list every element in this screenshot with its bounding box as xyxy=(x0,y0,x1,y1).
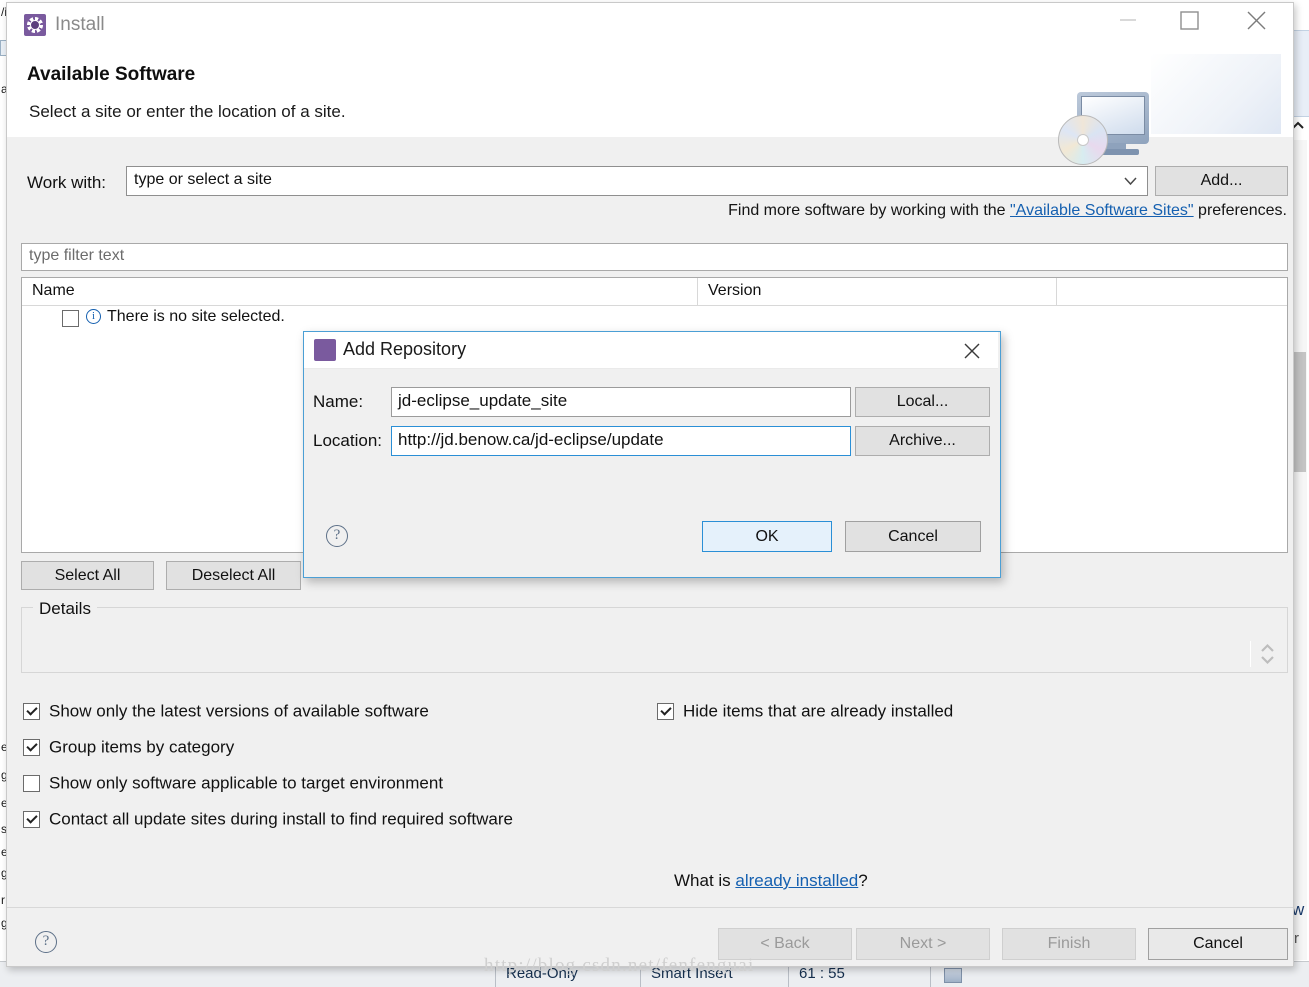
option-label: Show only software applicable to target … xyxy=(49,773,444,793)
option-checkbox[interactable] xyxy=(23,775,40,793)
tree-header: Name Version xyxy=(22,278,1287,306)
option-label: Show only the latest versions of availab… xyxy=(49,701,429,721)
name-field[interactable]: jd-eclipse_update_site xyxy=(391,387,851,417)
eclipse-gear-icon xyxy=(24,14,46,36)
available-software-sites-link[interactable]: "Available Software Sites" xyxy=(1010,202,1194,219)
finish-button[interactable]: Finish xyxy=(1002,928,1136,960)
window-title-bar: Install xyxy=(7,3,1293,47)
find-more-software-text: Find more software by working with the "… xyxy=(607,202,1287,224)
cd-disc-icon xyxy=(1058,115,1108,165)
deselect-all-button[interactable]: Deselect All xyxy=(166,561,301,590)
option-group-by-category[interactable]: Group items by category xyxy=(23,737,234,758)
what-is-prefix: What is xyxy=(674,871,736,890)
chevron-down-icon[interactable] xyxy=(1124,177,1137,186)
footer-divider xyxy=(7,907,1293,908)
dialog-cancel-button[interactable]: Cancel xyxy=(845,521,981,552)
work-with-label: Work with: xyxy=(27,173,107,192)
page-subtitle: Select a site or enter the location of a… xyxy=(29,102,346,121)
info-icon: i xyxy=(86,309,101,324)
option-latest-versions[interactable]: Show only the latest versions of availab… xyxy=(23,701,429,722)
window-title: Install xyxy=(55,14,105,35)
location-field[interactable]: http://jd.benow.ca/jd-eclipse/update xyxy=(391,426,851,456)
next-button[interactable]: Next > xyxy=(856,928,990,960)
maximize-button[interactable] xyxy=(1166,3,1212,35)
option-checkbox[interactable] xyxy=(23,739,40,757)
option-label: Group items by category xyxy=(49,737,235,757)
eclipse-gear-icon xyxy=(314,339,336,361)
column-header-version[interactable]: Version xyxy=(708,282,761,300)
option-checkbox[interactable] xyxy=(23,703,40,721)
table-row[interactable]: i There is no site selected. xyxy=(22,306,1287,332)
screen: /i a e J g k e / s & e A g : r c g w r R… xyxy=(0,0,1309,987)
work-with-combo[interactable]: type or select a site xyxy=(126,166,1148,196)
question-mark-icon[interactable]: ? xyxy=(326,525,348,547)
question-mark-icon[interactable]: ? xyxy=(35,931,57,953)
archive-button[interactable]: Archive... xyxy=(855,426,990,456)
what-is-already-installed: What is already installed? xyxy=(674,871,868,891)
option-checkbox[interactable] xyxy=(657,703,674,721)
details-group-box xyxy=(21,607,1288,673)
row-name: There is no site selected. xyxy=(107,308,285,325)
details-separator xyxy=(1250,641,1251,667)
location-label: Location: xyxy=(313,431,382,450)
status-cursor-position: 61 : 55 xyxy=(799,965,845,982)
option-label: Contact all update sites during install … xyxy=(49,809,513,829)
option-label: Hide items that are already installed xyxy=(683,701,954,721)
row-checkbox[interactable] xyxy=(62,310,79,327)
option-hide-installed[interactable]: Hide items that are already installed xyxy=(657,701,953,722)
dialog-title-bar: Add Repository xyxy=(304,332,998,369)
page-title: Available Software xyxy=(27,64,196,85)
bg-fragment: r xyxy=(1294,930,1299,947)
minimize-button[interactable] xyxy=(1105,3,1151,35)
up-down-chevron-icon[interactable] xyxy=(1259,642,1276,666)
filter-placeholder: type filter text xyxy=(29,247,125,264)
option-checkbox[interactable] xyxy=(23,811,40,829)
select-all-button[interactable]: Select All xyxy=(21,561,154,590)
find-more-suffix: preferences. xyxy=(1193,202,1287,219)
option-applicable-target[interactable]: Show only software applicable to target … xyxy=(23,773,443,794)
column-header-name[interactable]: Name xyxy=(32,282,75,300)
local-button[interactable]: Local... xyxy=(855,387,990,417)
cancel-button[interactable]: Cancel xyxy=(1148,928,1288,960)
already-installed-link[interactable]: already installed xyxy=(735,871,858,890)
status-lock-icon xyxy=(944,968,962,983)
find-more-prefix: Find more software by working with the xyxy=(728,202,1010,219)
work-with-value: type or select a site xyxy=(134,171,272,188)
banner-gradient xyxy=(1151,54,1281,134)
column-divider[interactable] xyxy=(697,278,698,306)
option-contact-update-sites[interactable]: Contact all update sites during install … xyxy=(23,809,513,830)
watermark: http://blog.csdn.net/fenfenguai xyxy=(484,955,755,976)
filter-input[interactable]: type filter text xyxy=(21,243,1288,271)
name-label: Name: xyxy=(313,392,364,411)
close-button[interactable] xyxy=(1233,3,1279,35)
dialog-close-icon[interactable] xyxy=(954,335,990,365)
dialog-title: Add Repository xyxy=(343,339,467,359)
details-label: Details xyxy=(33,599,97,619)
ok-button[interactable]: OK xyxy=(702,521,832,552)
column-divider[interactable] xyxy=(1056,278,1057,306)
wizard-header-banner xyxy=(7,47,1293,165)
add-repository-button[interactable]: Add... xyxy=(1155,166,1288,196)
what-is-suffix: ? xyxy=(858,871,868,890)
